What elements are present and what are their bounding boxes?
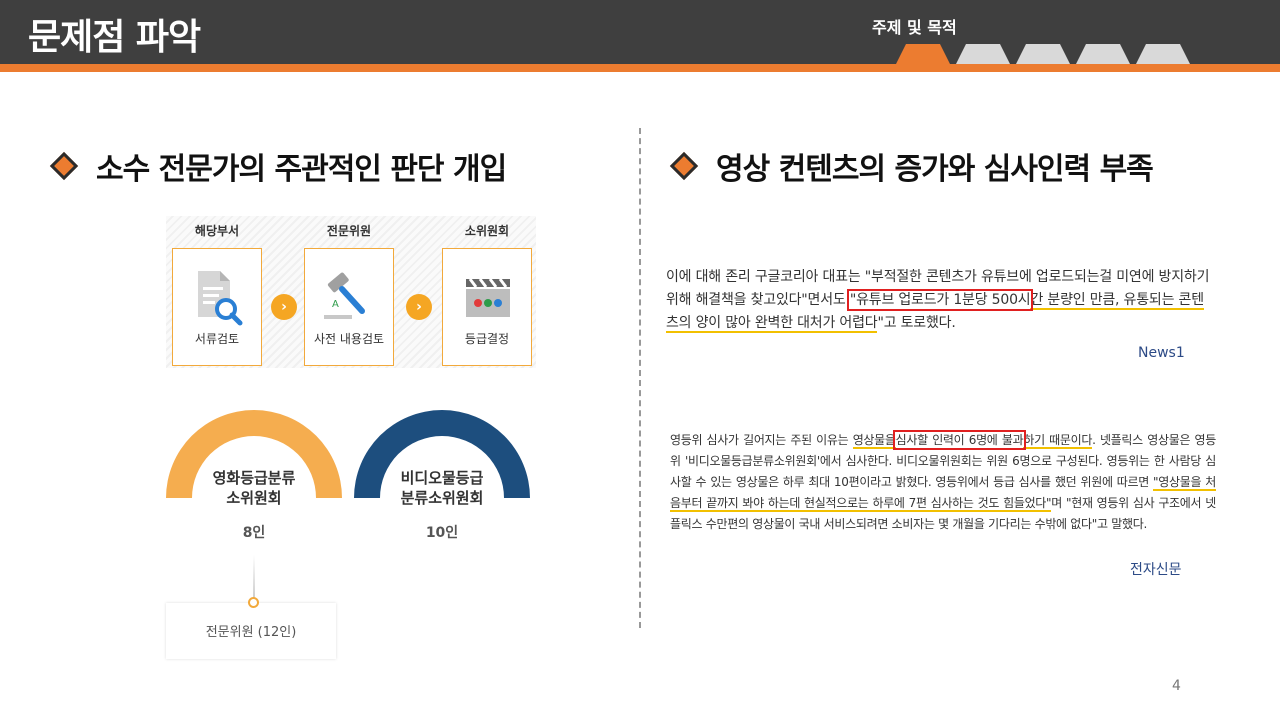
section-tab-3[interactable] [1016,44,1070,64]
committee-label: 영화등급분류 소위원회 [212,469,296,507]
flow-step-label-2: 사전 내용검토 [313,332,385,346]
header-bar: 문제점 파악 주제 및 목적 [0,0,1280,64]
section-tab-active[interactable] [896,44,950,64]
flow-step-3: 등급결정 [442,248,532,366]
news-source-1: News1 [1138,345,1185,361]
highlight-box: "유튜브 업로드가 1분당 500시 [846,289,1034,311]
arrow-right-icon: › [271,294,297,320]
page-number: 4 [1172,678,1181,694]
column-divider [639,128,641,628]
flow-head-1: 해당부서 [194,224,240,238]
clapperboard-icon [466,278,510,317]
committee-count: 10인 [425,525,459,541]
committee-film: 영화등급분류 소위원회 8인 [166,410,342,550]
section-tab-label: 주제 및 목적 [872,18,957,37]
expert-box: 전문위원 (12인) [166,603,336,659]
committee-count: 8인 [242,525,266,541]
news-quote-1: 이에 대해 존리 구글코리아 대표는 "부적절한 콘텐츠가 유튜브에 업로드되는… [666,269,1210,333]
highlight-box: 심사할 인력이 6명에 불과 [892,430,1027,450]
left-section-title: 소수 전문가의 주관적인 판단 개입 [49,144,507,188]
connector-dot [248,597,259,608]
flow-head-3: 소위원회 [464,224,510,238]
diamond-bullet-icon [669,151,699,181]
page-title: 문제점 파악 [28,17,201,58]
expert-label: 전문위원 (12인) [205,625,297,640]
section-tab-5[interactable] [1136,44,1190,64]
gavel-icon: A [324,272,365,319]
accent-bar [0,64,1280,72]
committee-label: 비디오물등급 분류소위원회 [400,469,484,507]
connector-line [253,555,255,599]
news-source-2: 전자신문 [1130,562,1182,578]
flow-head-2: 전문위원 [326,224,372,238]
arrow-right-icon: › [406,294,432,320]
right-section-title: 영상 컨텐츠의 증가와 심사인력 부족 [669,144,1154,188]
diamond-bullet-icon [49,151,79,181]
flow-step-label-3: 등급결정 [464,332,510,346]
news-quote-2: 영등위 심사가 길어지는 주된 이유는 영상물을심사할 인력이 6명에 불과하기… [670,430,1217,531]
document-search-icon [198,271,243,326]
committee-video: 비디오물등급 분류소위원회 10인 [354,410,530,550]
review-process-flow: 해당부서 전문위원 소위원회 서류검토 › A 사전 내용검토 › 등급결정 [166,216,536,368]
flow-step-1: 서류검토 [172,248,262,366]
svg-text:A: A [332,299,339,310]
section-tab-2[interactable] [956,44,1010,64]
flow-step-label-1: 서류검토 [194,332,240,346]
section-tab-4[interactable] [1076,44,1130,64]
flow-step-2: A 사전 내용검토 [304,248,394,366]
